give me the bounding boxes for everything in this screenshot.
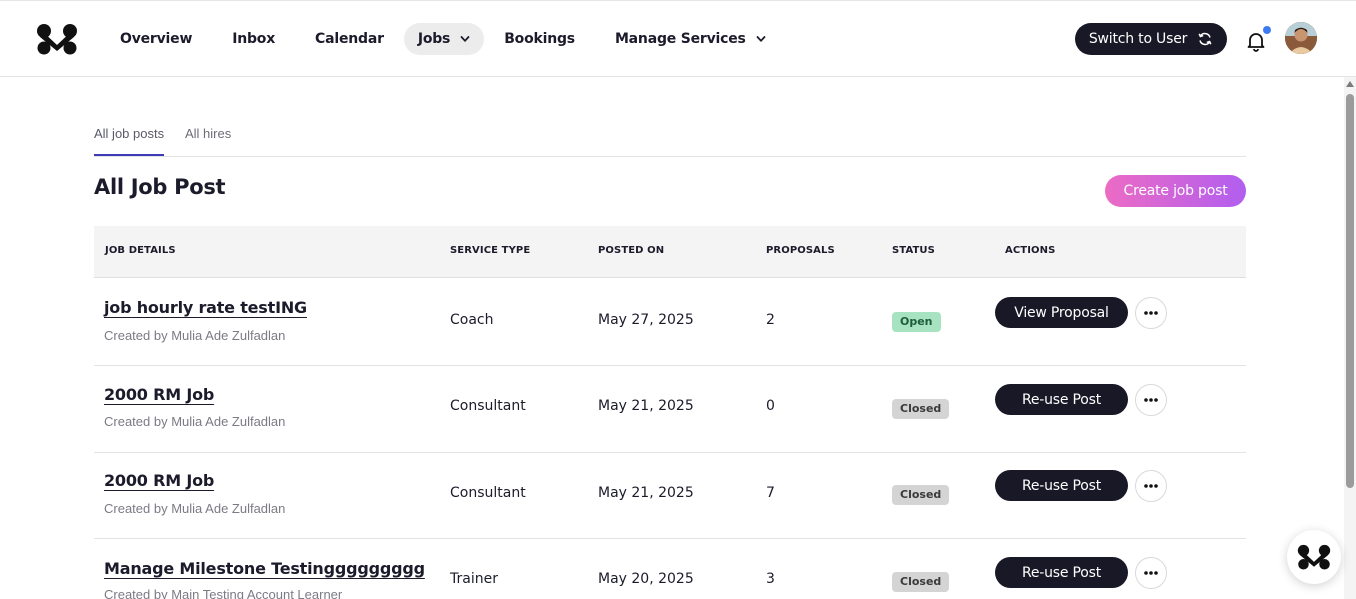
avatar-image [1285, 22, 1317, 54]
main-nav: Overview Inbox Calendar Jobs Bookings Ma… [100, 23, 786, 55]
scrollbar-thumb[interactable] [1346, 94, 1354, 488]
job-creator: Created by Mulia Ade Zulfadlan [104, 328, 286, 343]
service-type: Coach [450, 312, 494, 328]
table-row: 2000 RM Job Created by Mulia Ade Zulfadl… [94, 366, 1246, 453]
more-options-button[interactable] [1135, 557, 1167, 589]
reuse-post-button[interactable]: Re-use Post [995, 557, 1128, 588]
job-creator: Created by Mulia Ade Zulfadlan [104, 501, 286, 516]
switch-to-user-label: Switch to User [1088, 31, 1188, 47]
service-type: Consultant [450, 485, 526, 501]
job-tabs: All job posts All hires [94, 120, 1246, 157]
header-status: STATUS [892, 245, 935, 256]
switch-to-user-button[interactable]: Switch to User [1075, 23, 1227, 55]
top-navbar: Overview Inbox Calendar Jobs Bookings Ma… [0, 0, 1356, 77]
notification-dot [1263, 26, 1271, 34]
table-row: Manage Milestone Testinggggggggg Created… [94, 539, 1246, 599]
view-proposal-button[interactable]: View Proposal [995, 297, 1128, 328]
service-type: Consultant [450, 398, 526, 414]
job-title-link[interactable]: 2000 RM Job [104, 471, 214, 490]
scroll-up-arrow-icon[interactable] [1346, 81, 1354, 87]
header-posted-on: POSTED ON [598, 245, 665, 256]
avatar[interactable] [1285, 22, 1317, 54]
job-creator: Created by Mulia Ade Zulfadlan [104, 414, 286, 429]
proposal-count: 2 [766, 312, 775, 328]
table-header: JOB DETAILS SERVICE TYPE POSTED ON PROPO… [94, 226, 1246, 278]
status-badge: Open [892, 312, 941, 332]
status-badge: Closed [892, 485, 950, 505]
job-title-link[interactable]: Manage Milestone Testinggggggggg [104, 559, 425, 578]
more-horizontal-icon [1144, 484, 1158, 488]
nav-jobs[interactable]: Jobs [403, 23, 485, 55]
header-service-type: SERVICE TYPE [450, 245, 531, 256]
posted-on: May 21, 2025 [598, 485, 694, 501]
more-horizontal-icon [1144, 311, 1158, 315]
header-job-details: JOB DETAILS [105, 245, 176, 256]
posted-on: May 21, 2025 [598, 398, 694, 414]
page-title: All Job Post [94, 175, 226, 199]
more-horizontal-icon [1144, 398, 1158, 402]
bell-icon[interactable] [1245, 30, 1267, 52]
tab-all-hires[interactable]: All hires [185, 126, 231, 156]
more-horizontal-icon [1144, 571, 1158, 575]
brand-logo-icon [1297, 544, 1331, 570]
status-badge: Closed [892, 572, 950, 592]
more-options-button[interactable] [1135, 384, 1167, 416]
table-row: job hourly rate testING Created by Mulia… [94, 279, 1246, 366]
posted-on: May 20, 2025 [598, 571, 694, 587]
job-title-link[interactable]: 2000 RM Job [104, 385, 214, 404]
more-options-button[interactable] [1135, 470, 1167, 502]
job-title-link[interactable]: job hourly rate testING [104, 298, 307, 317]
status-badge: Closed [892, 399, 950, 419]
header-actions: ACTIONS [1005, 245, 1056, 256]
nav-calendar[interactable]: Calendar [295, 23, 404, 55]
floating-chat-button[interactable] [1287, 530, 1341, 584]
proposal-count: 7 [766, 485, 775, 501]
nav-overview[interactable]: Overview [100, 23, 212, 55]
reuse-post-button[interactable]: Re-use Post [995, 384, 1128, 415]
brand-logo-icon[interactable] [36, 23, 78, 55]
create-job-post-button[interactable]: Create job post [1105, 175, 1246, 207]
posted-on: May 27, 2025 [598, 312, 694, 328]
table-row: 2000 RM Job Created by Mulia Ade Zulfadl… [94, 452, 1246, 539]
chevron-down-icon [756, 36, 766, 42]
nav-manage-services[interactable]: Manage Services [595, 23, 786, 55]
job-creator: Created by Main Testing Account Learner [104, 587, 343, 599]
service-type: Trainer [450, 571, 498, 587]
proposal-count: 0 [766, 398, 775, 414]
tab-all-job-posts[interactable]: All job posts [94, 126, 165, 156]
nav-inbox[interactable]: Inbox [212, 23, 295, 55]
more-options-button[interactable] [1135, 297, 1167, 329]
header-proposals: PROPOSALS [766, 245, 835, 256]
chevron-down-icon [460, 36, 470, 42]
nav-bookings[interactable]: Bookings [484, 23, 595, 55]
refresh-icon [1198, 32, 1212, 46]
proposal-count: 3 [766, 571, 775, 587]
reuse-post-button[interactable]: Re-use Post [995, 470, 1128, 501]
